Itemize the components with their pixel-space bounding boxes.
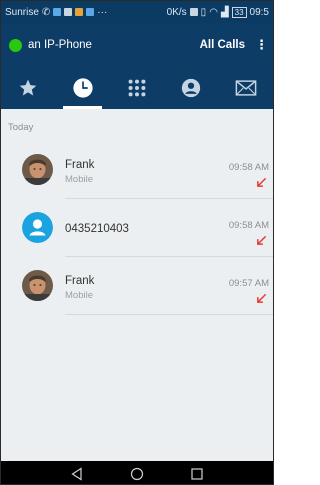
call-list-item[interactable]: Frank Mobile 09:57 AM (1, 257, 273, 315)
vibrate-icon: ▯ (200, 6, 207, 18)
clock-icon (72, 78, 93, 98)
app-bar: an IP-Phone All Calls ⋮ (1, 23, 273, 67)
tab-bar (1, 67, 273, 109)
tab-favorites[interactable] (1, 67, 55, 109)
call-notification-icon: ✆ (41, 6, 51, 18)
contact-icon (182, 78, 201, 98)
call-filter-dropdown[interactable]: All Calls (200, 39, 245, 51)
app-notification-icon (53, 8, 62, 16)
recents-icon[interactable] (190, 467, 204, 481)
account-title[interactable]: an IP-Phone (28, 39, 92, 51)
tab-recents[interactable] (55, 67, 109, 109)
row-divider (65, 314, 273, 315)
net-speed: 0K/s (166, 6, 187, 18)
missed-call-arrow-icon (257, 293, 267, 303)
tab-messages[interactable] (219, 67, 273, 109)
presence-status-icon[interactable] (9, 38, 22, 52)
status-bar: Sunrise ✆ ··· 0K/s ▯ ◠ ▟ 33 09:5 (1, 1, 273, 23)
missed-call-arrow-icon (257, 177, 267, 187)
call-list-item[interactable]: 0435210403 09:58 AM (1, 199, 273, 257)
notification-icon (75, 8, 84, 16)
call-time: 09:58 AM (228, 220, 269, 231)
notification-icon (64, 8, 73, 16)
contact-name: Frank (65, 275, 95, 287)
call-history-list: Today Frank Mobile 09:58 AM 0435210403 0… (1, 109, 273, 461)
dialpad-icon (128, 79, 146, 97)
battery-level: 33 (231, 6, 247, 18)
tab-dialpad[interactable] (110, 67, 164, 109)
missed-call-arrow-icon (257, 235, 267, 245)
clock-time: 09:5 (249, 6, 269, 18)
nfc-icon (189, 8, 198, 16)
tab-contacts[interactable] (164, 67, 218, 109)
phone-number: 0435210403 (65, 223, 129, 235)
contact-photo-avatar (22, 270, 53, 301)
overflow-menu-icon[interactable]: ⋮ (255, 37, 268, 53)
call-list-item[interactable]: Frank Mobile 09:58 AM (1, 141, 273, 199)
mail-icon (235, 80, 257, 96)
call-time: 09:58 AM (228, 162, 269, 173)
signal-icon: ▟ (220, 6, 229, 18)
back-icon[interactable] (70, 466, 84, 481)
number-type: Mobile (65, 290, 93, 301)
home-icon[interactable] (130, 467, 144, 481)
carrier-label: Sunrise (5, 6, 39, 18)
call-time: 09:57 AM (228, 278, 269, 289)
notification-icon (86, 8, 95, 16)
star-icon (19, 79, 37, 96)
phone-screen: Sunrise ✆ ··· 0K/s ▯ ◠ ▟ 33 09:5 an IP-P… (0, 0, 274, 485)
number-type: Mobile (65, 174, 93, 185)
contact-name: Frank (65, 159, 95, 171)
generic-contact-avatar (22, 212, 53, 243)
section-header-today: Today (8, 122, 34, 133)
wifi-icon: ◠ (209, 6, 218, 18)
contact-photo-avatar (22, 154, 53, 185)
system-nav-bar (1, 461, 273, 484)
more-notifications-icon: ··· (97, 6, 108, 18)
